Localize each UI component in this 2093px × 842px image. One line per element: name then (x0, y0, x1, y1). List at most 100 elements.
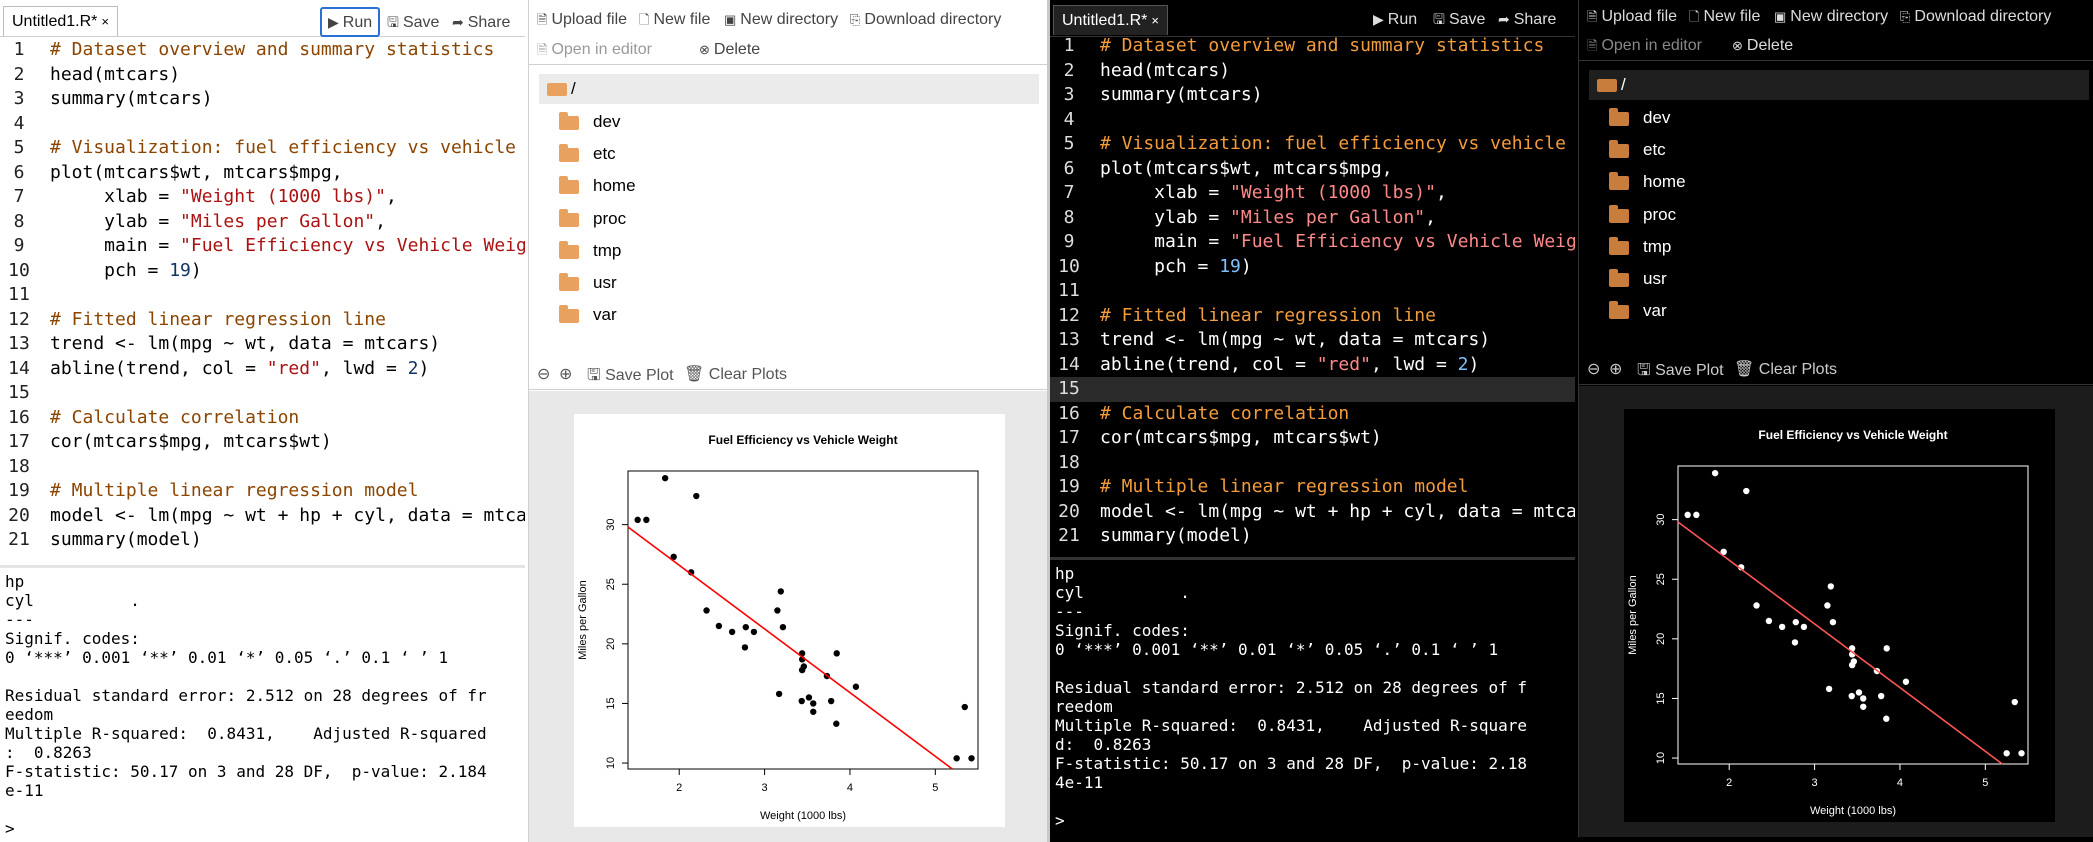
line-number: 5 (13, 137, 25, 158)
directory-root-row[interactable]: / (1589, 70, 2089, 100)
code-line[interactable]: 6 plot(mtcars$wt, mtcars$mpg, (1050, 157, 1575, 182)
run-button[interactable]: ▶ Run (1373, 5, 1417, 33)
code-token: trend <- lm(mpg ~ wt, data = mtcars) (1100, 329, 1491, 350)
code-line[interactable]: 8 ylab = "Miles per Gallon", (0, 210, 525, 235)
folder-item-dev[interactable]: dev (559, 107, 759, 137)
code-line[interactable]: 5 # Visualization: fuel efficiency vs veh… (0, 136, 525, 161)
code-line[interactable]: 3 summary(mtcars) (1050, 83, 1575, 108)
code-line[interactable]: 4 (1050, 108, 1575, 133)
code-line[interactable]: 20 model <- lm(mpg ~ wt + hp + cyl, data … (0, 504, 525, 529)
code-line[interactable]: 2 head(mtcars) (1050, 59, 1575, 84)
forward-arrow-icon[interactable]: ⊕ (559, 364, 572, 384)
console-output[interactable]: hp cyl . --- Signif. codes: 0 ‘***’ 0.001 ‘*… (0, 565, 525, 842)
folder-item-usr[interactable]: usr (1609, 264, 1809, 294)
code-line[interactable]: 14 abline(trend, col = "red", lwd = 2) (1050, 353, 1575, 378)
editor-tab[interactable]: Untitled1.R* × (3, 6, 118, 36)
code-line[interactable]: 14 abline(trend, col = "red", lwd = 2) (0, 357, 525, 382)
delete-button[interactable]: ⊗ Delete (699, 41, 760, 59)
open-in-editor-button[interactable]: 🗎 Open in editor (1587, 37, 1702, 59)
folder-label: proc (593, 208, 627, 228)
folder-item-home[interactable]: home (1609, 167, 1809, 197)
code-line[interactable]: 19 # Multiple linear regression model (1050, 475, 1575, 500)
code-line[interactable]: 8 ylab = "Miles per Gallon", (1050, 206, 1575, 231)
console-line: Residual standard error: 2.512 on 28 deg… (1055, 678, 1528, 697)
clear-plots-button[interactable]: 🗑 Clear Plots (1734, 359, 1837, 379)
code-line[interactable]: 9 main = "Fuel Efficiency vs Vehicle Wei… (1050, 230, 1575, 255)
code-line[interactable]: 5 # Visualization: fuel efficiency vs veh… (1050, 132, 1575, 157)
code-line[interactable]: 10 pch = 19) (0, 259, 525, 284)
code-line[interactable]: 19 # Multiple linear regression model (0, 479, 525, 504)
code-line[interactable]: 18 (1050, 451, 1575, 476)
new-folder-icon: ▣ (1774, 9, 1787, 24)
code-line[interactable]: 6 plot(mtcars$wt, mtcars$mpg, (0, 161, 525, 186)
code-line[interactable]: 12 # Fitted linear regression line (0, 308, 525, 333)
folder-item-etc[interactable]: etc (559, 139, 759, 169)
code-area[interactable]: 1 # Dataset overview and summary statisti… (1050, 34, 1575, 556)
code-line[interactable]: 18 (0, 455, 525, 480)
code-line[interactable]: 2 head(mtcars) (0, 63, 525, 88)
back-arrow-icon[interactable]: ⊖ (537, 364, 550, 384)
close-icon[interactable]: × (101, 14, 109, 29)
folder-item-etc[interactable]: etc (1609, 135, 1809, 165)
save-button[interactable]: 🖫 Save (387, 8, 439, 36)
directory-root-row[interactable]: / (539, 74, 1039, 104)
code-line[interactable]: 11 (1050, 279, 1575, 304)
code-line[interactable]: 13 trend <- lm(mpg ~ wt, data = mtcars) (0, 332, 525, 357)
code-line[interactable]: 1 # Dataset overview and summary statisti… (0, 38, 525, 63)
code-line[interactable]: 12 # Fitted linear regression line (1050, 304, 1575, 329)
folder-item-proc[interactable]: proc (1609, 200, 1809, 230)
run-button[interactable]: ▶ Run (320, 7, 381, 37)
share-button[interactable]: ➦ Share (452, 8, 510, 36)
folder-item-dev[interactable]: dev (1609, 103, 1809, 133)
code-line[interactable]: 21 summary(model) (1050, 524, 1575, 549)
new-directory-button[interactable]: ▣ New directory (1774, 8, 1888, 26)
folder-item-proc[interactable]: proc (559, 204, 759, 234)
code-line[interactable]: 3 summary(mtcars) (0, 87, 525, 112)
open-in-editor-button[interactable]: 🗎 Open in editor (537, 41, 652, 63)
code-line[interactable]: 1 # Dataset overview and summary statisti… (1050, 34, 1575, 59)
code-line[interactable]: 10 pch = 19) (1050, 255, 1575, 280)
code-area[interactable]: 1 # Dataset overview and summary statisti… (0, 38, 525, 560)
upload-file-button[interactable]: 🗎 Upload file (1587, 8, 1677, 30)
code-line[interactable]: 16 # Calculate correlation (0, 406, 525, 431)
code-line[interactable]: 20 model <- lm(mpg ~ wt + hp + cyl, data … (1050, 500, 1575, 525)
folder-item-tmp[interactable]: tmp (559, 236, 759, 266)
new-directory-button[interactable]: ▣ New directory (724, 11, 838, 29)
forward-arrow-icon[interactable]: ⊕ (1609, 359, 1622, 379)
new-file-button[interactable]: 🗋 New file (639, 11, 710, 33)
code-line[interactable]: 13 trend <- lm(mpg ~ wt, data = mtcars) (1050, 328, 1575, 353)
code-line[interactable]: 7 xlab = "Weight (1000 lbs)", (0, 185, 525, 210)
code-line[interactable]: 15 (0, 381, 525, 406)
upload-file-button[interactable]: 🗎 Upload file (537, 11, 627, 33)
delete-button[interactable]: ⊗ Delete (1732, 37, 1793, 55)
editor-tab[interactable]: Untitled1.R* × (1053, 5, 1168, 35)
clear-plots-button[interactable]: 🗑 Clear Plots (684, 364, 787, 384)
code-line[interactable]: 21 summary(model) (0, 528, 525, 553)
code-token: 2 (407, 357, 419, 379)
back-arrow-icon[interactable]: ⊖ (1587, 359, 1600, 379)
code-line[interactable]: 9 main = "Fuel Efficiency vs Vehicle Wei… (0, 234, 525, 259)
code-line[interactable]: 17 cor(mtcars$mpg, mtcars$wt) (1050, 426, 1575, 451)
download-directory-button[interactable]: ⎘ Download directory (850, 11, 1001, 29)
folder-item-var[interactable]: var (1609, 296, 1809, 326)
code-line[interactable]: 16 # Calculate correlation (1050, 402, 1575, 427)
save-label: Save (402, 14, 440, 31)
share-button[interactable]: ➦ Share (1498, 5, 1556, 33)
code-line[interactable]: 7 xlab = "Weight (1000 lbs)", (1050, 181, 1575, 206)
save-plot-button[interactable]: 🖫 Save Plot (587, 364, 674, 391)
code-line[interactable]: 17 cor(mtcars$mpg, mtcars$wt) (0, 430, 525, 455)
save-button[interactable]: 🖫 Save (1433, 5, 1485, 33)
console-output[interactable]: hp cyl . --- Signif. codes: 0 ‘***’ 0.001 ‘*… (1050, 557, 1575, 842)
download-directory-button[interactable]: ⎘ Download directory (1900, 8, 2051, 26)
close-icon[interactable]: × (1151, 13, 1159, 28)
code-line[interactable]: 4 (0, 112, 525, 137)
folder-item-tmp[interactable]: tmp (1609, 232, 1809, 262)
scatter-plot: Fuel Efficiency vs Vehicle Weight 2 3 4 5 10 1… (574, 414, 1005, 827)
new-file-button[interactable]: 🗋 New file (1689, 8, 1760, 30)
folder-item-home[interactable]: home (559, 171, 759, 201)
save-plot-button[interactable]: 🖫 Save Plot (1637, 359, 1724, 386)
folder-item-usr[interactable]: usr (559, 268, 759, 298)
folder-item-var[interactable]: var (559, 300, 759, 330)
code-line[interactable]: 11 (0, 283, 525, 308)
code-line[interactable]: 15 (1050, 377, 1575, 402)
